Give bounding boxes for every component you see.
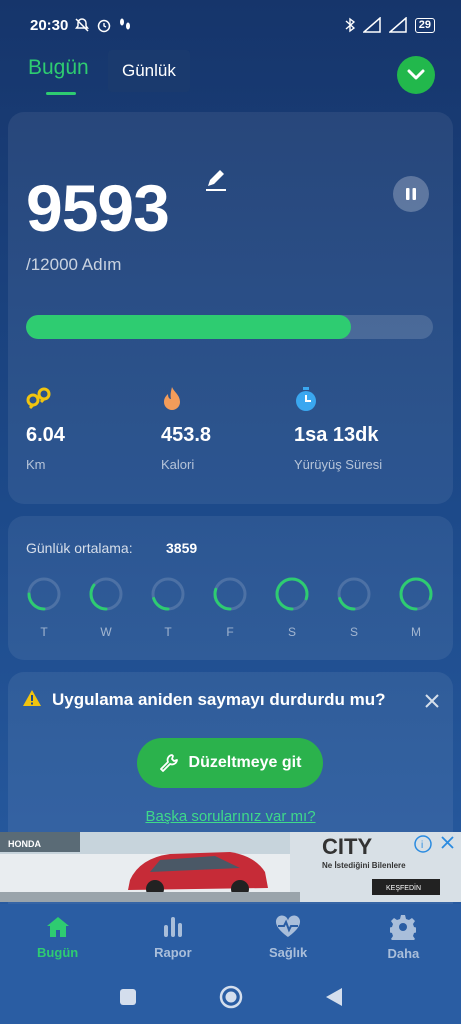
day-label: T — [40, 625, 48, 639]
step-progress-fill — [26, 315, 352, 339]
gear-icon — [390, 914, 417, 940]
signal-icon — [362, 17, 381, 33]
fix-button-label: Düzeltmeye git — [188, 754, 302, 771]
step-goal: /12000 Adım — [26, 255, 122, 274]
ad-tagline: Ne İstediğini Bilenlere — [322, 861, 406, 870]
day-label: M — [411, 625, 421, 639]
fire-icon — [164, 387, 180, 410]
stat-walk-time: 1sa 13dk Yürüyüş Süresi — [294, 386, 382, 472]
pause-icon — [406, 188, 416, 200]
fix-button[interactable]: Düzeltmeye git — [137, 738, 323, 788]
pause-button[interactable] — [393, 176, 429, 212]
svg-text:i: i — [421, 840, 423, 851]
day-progress-ring — [337, 577, 371, 611]
day-progress-ring — [275, 577, 309, 611]
day-label: F — [226, 625, 234, 639]
nav-label: Bugün — [37, 944, 79, 960]
tab-daily[interactable]: Günlük — [108, 50, 190, 92]
collapse-button[interactable] — [397, 56, 435, 94]
stat-value: 453.8 — [161, 424, 212, 446]
nav-more[interactable]: Daha — [346, 904, 461, 970]
stopwatch-icon — [296, 387, 316, 411]
ad-model: CITY — [322, 834, 372, 859]
edit-icon[interactable] — [204, 168, 228, 197]
warning-icon — [22, 689, 42, 712]
day-item: M — [398, 576, 434, 639]
ad-brand: HONDA — [8, 839, 41, 849]
step-count: 9593 — [26, 171, 170, 245]
stat-label: Yürüyüş Süresi — [294, 457, 383, 472]
wrench-icon — [159, 754, 178, 772]
stat-label: Kalori — [161, 457, 195, 472]
bell-off-icon — [75, 18, 90, 32]
stat-value: 1sa 13dk — [294, 424, 379, 446]
day-item: S — [336, 576, 372, 639]
nav-health[interactable]: Sağlık — [231, 904, 346, 970]
day-item: F — [212, 576, 248, 639]
day-item: T — [150, 576, 186, 639]
tab-today[interactable]: Bugün — [28, 56, 89, 80]
nav-report[interactable]: Rapor — [115, 904, 230, 970]
footsteps-icon — [120, 18, 131, 30]
day-item: S — [274, 576, 310, 639]
nav-label: Sağlık — [268, 944, 308, 960]
nav-label: Rapor — [154, 944, 192, 960]
home-button-icon[interactable] — [219, 985, 243, 1009]
heart-pulse-icon — [276, 914, 301, 937]
day-label: S — [349, 625, 358, 639]
day-progress-ring — [27, 577, 61, 611]
day-progress-ring — [89, 577, 123, 611]
stat-distance: 6.04 Km — [26, 386, 65, 472]
day-label: S — [287, 625, 296, 639]
steps-card: 9593 /12000 Adım 6.04 Km 453.8 Kalori 1s… — [8, 112, 453, 504]
ad-cta: KEŞFEDİN — [386, 883, 421, 892]
distance-icon — [26, 387, 51, 410]
step-progress-bar — [26, 315, 433, 339]
top-tabs: Bugün Günlük — [0, 50, 461, 100]
nav-today[interactable]: Bugün — [0, 904, 115, 970]
system-nav — [0, 970, 461, 1024]
ad-banner[interactable]: HONDA CITY Ne İstediğini Bilenlere KEŞFE… — [0, 832, 461, 902]
bluetooth-icon — [345, 17, 355, 33]
signal-2-icon — [388, 17, 407, 33]
daily-average-card[interactable]: Günlük ortalama: 3859 T W T F S S M — [8, 516, 453, 660]
status-time: 20:30 — [30, 16, 69, 34]
day-progress-ring — [213, 577, 247, 611]
day-progress-ring — [399, 577, 433, 611]
stat-label: Km — [26, 457, 46, 472]
day-label: W — [100, 625, 112, 639]
home-icon — [46, 916, 69, 937]
battery-indicator: 29 — [414, 17, 435, 33]
bar-chart-icon — [163, 916, 182, 937]
alert-title: Uygulama aniden saymayı durdurdu mu? — [52, 690, 386, 709]
faq-link[interactable]: Başka sorularınız var mı? — [8, 808, 453, 825]
daily-average-label: Günlük ortalama: — [26, 540, 133, 556]
status-bar: 20:30 29 — [0, 0, 461, 50]
stat-calories: 453.8 Kalori — [161, 386, 211, 472]
day-item: T — [26, 576, 62, 639]
day-progress-ring — [151, 577, 185, 611]
close-icon[interactable] — [425, 694, 439, 713]
daily-average-value: 3859 — [166, 540, 198, 556]
back-icon[interactable] — [325, 987, 343, 1007]
nav-label: Daha — [387, 945, 420, 961]
recent-apps-icon[interactable] — [119, 988, 137, 1006]
alarm-icon — [98, 19, 111, 33]
bottom-nav: Bugün Rapor Sağlık Daha — [0, 904, 461, 970]
tab-underline — [46, 92, 76, 95]
chevron-down-icon — [407, 69, 425, 80]
day-item: W — [88, 576, 124, 639]
day-label: T — [164, 625, 172, 639]
stat-value: 6.04 — [26, 424, 65, 446]
